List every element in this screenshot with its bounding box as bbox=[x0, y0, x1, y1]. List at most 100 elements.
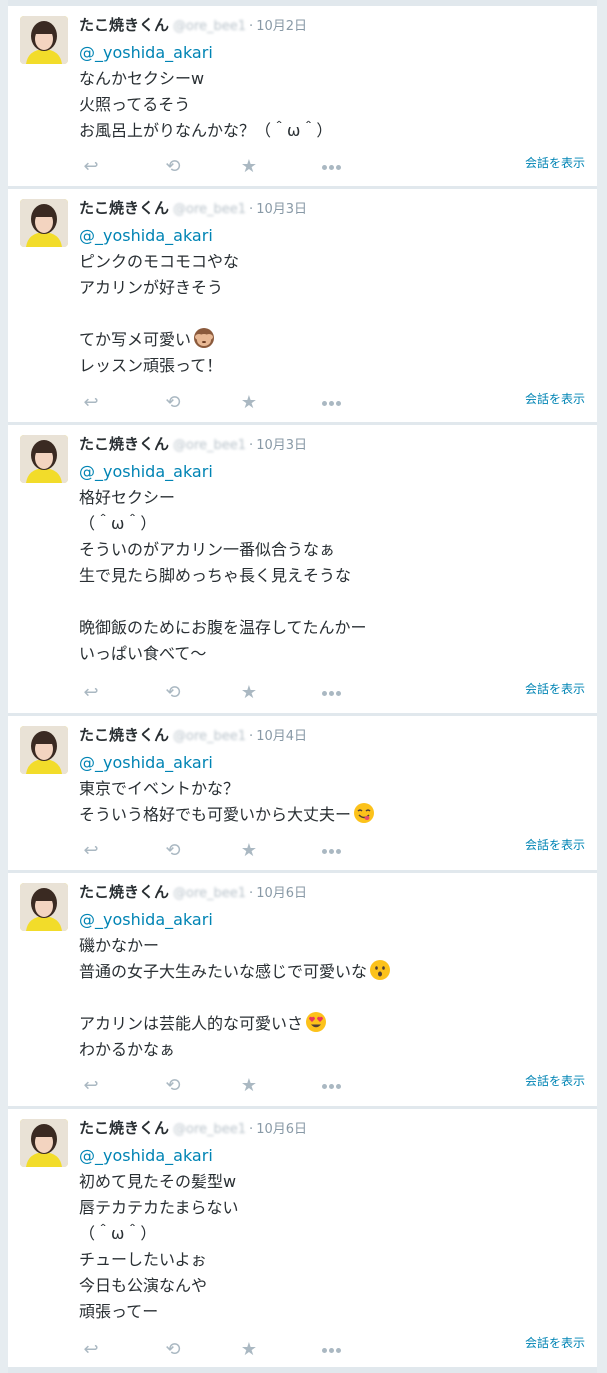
heart-eyes-emoji bbox=[305, 1011, 327, 1033]
yum-face-emoji bbox=[353, 802, 375, 824]
tweet[interactable]: たこ焼きくん @ore_bee1 · 10月3日 @_yoshida_akari 格好… bbox=[8, 424, 597, 714]
reply-mention[interactable]: @_yoshida_akari bbox=[79, 40, 213, 66]
tweet[interactable]: たこ焼きくん @ore_bee1 · 10月6日 @_yoshida_akari 磯か… bbox=[8, 872, 597, 1107]
user-handle[interactable]: @ore_bee1 bbox=[173, 436, 246, 456]
user-handle[interactable]: @ore_bee1 bbox=[173, 884, 246, 904]
star-icon[interactable]: ★ bbox=[237, 1075, 261, 1097]
more-icon[interactable] bbox=[319, 840, 343, 862]
user-handle[interactable]: @ore_bee1 bbox=[173, 200, 246, 220]
avatar[interactable] bbox=[20, 1119, 68, 1167]
reply-mention[interactable]: @_yoshida_akari bbox=[79, 223, 213, 249]
tweet-line bbox=[79, 301, 579, 327]
user-name[interactable]: たこ焼きくん bbox=[79, 435, 169, 453]
tweet-date[interactable]: 10月6日 bbox=[256, 1122, 307, 1137]
view-conversation-link[interactable]: 会話を表示 bbox=[525, 837, 585, 853]
more-icon[interactable] bbox=[319, 682, 343, 704]
tweet-line-text: アカリンは芸能人的な可愛いさ bbox=[79, 1014, 304, 1033]
tweet-text: ピンクのモコモコやな アカリンが好きそう てか写メ可愛い レッスン頑張って！ bbox=[79, 249, 579, 379]
tweet-text: 東京でイベントかな？ そういう格好でも可愛いから大丈夫ー bbox=[79, 776, 579, 828]
tweet-line: 磯かなかー bbox=[79, 936, 160, 955]
view-conversation-link[interactable]: 会話を表示 bbox=[525, 681, 585, 697]
user-name[interactable]: たこ焼きくん bbox=[79, 1119, 169, 1137]
tweet-line: 火照ってるそう bbox=[79, 95, 191, 114]
tweet-text: 初めて見たその髪型w 唇テカテカたまらない （＾ω＾） チューしたいよぉ 今日も… bbox=[79, 1169, 579, 1325]
avatar[interactable] bbox=[20, 726, 68, 774]
tweet-date[interactable]: 10月3日 bbox=[256, 438, 307, 453]
tweet-actions: ↩ ⟲ ★ bbox=[79, 1075, 579, 1097]
avatar[interactable] bbox=[20, 16, 68, 64]
star-icon[interactable]: ★ bbox=[237, 392, 261, 414]
tweet-line: てか写メ可愛い bbox=[79, 327, 579, 353]
tweet-date[interactable]: 10月2日 bbox=[256, 19, 307, 34]
tweet-line: 初めて見たその髪型w bbox=[79, 1172, 237, 1191]
reply-mention[interactable]: @_yoshida_akari bbox=[79, 907, 213, 933]
reply-mention[interactable]: @_yoshida_akari bbox=[79, 459, 213, 485]
tweet-date[interactable]: 10月3日 bbox=[256, 202, 307, 217]
more-icon[interactable] bbox=[319, 156, 343, 178]
tweet-header: たこ焼きくん @ore_bee1 · 10月3日 bbox=[79, 198, 307, 218]
tweet[interactable]: たこ焼きくん @ore_bee1 · 10月3日 @_yoshida_akari ピン… bbox=[8, 188, 597, 423]
user-handle[interactable]: @ore_bee1 bbox=[173, 1120, 246, 1140]
retweet-icon[interactable]: ⟲ bbox=[161, 682, 185, 704]
avatar[interactable] bbox=[20, 199, 68, 247]
view-conversation-link[interactable]: 会話を表示 bbox=[525, 1073, 585, 1089]
user-name[interactable]: たこ焼きくん bbox=[79, 726, 169, 744]
separator-dot: · bbox=[249, 438, 254, 453]
tweet-line bbox=[79, 985, 579, 1011]
star-icon[interactable]: ★ bbox=[237, 840, 261, 862]
tweet-line: ピンクのモコモコやな bbox=[79, 252, 240, 271]
tweet-header: たこ焼きくん @ore_bee1 · 10月3日 bbox=[79, 434, 307, 454]
surprised-face-emoji bbox=[369, 959, 391, 981]
reply-icon[interactable]: ↩ bbox=[79, 682, 103, 704]
reply-mention[interactable]: @_yoshida_akari bbox=[79, 750, 213, 776]
tweet[interactable]: たこ焼きくん @ore_bee1 · 10月2日 @_yoshida_akari なん… bbox=[8, 5, 597, 187]
retweet-icon[interactable]: ⟲ bbox=[161, 840, 185, 862]
tweet-line: （＾ω＾） bbox=[79, 1224, 157, 1243]
star-icon[interactable]: ★ bbox=[237, 156, 261, 178]
tweet-line: 今日も公演なんや bbox=[79, 1276, 208, 1295]
tweet[interactable]: たこ焼きくん @ore_bee1 · 10月4日 @_yoshida_akari 東京… bbox=[8, 715, 597, 871]
reply-icon[interactable]: ↩ bbox=[79, 156, 103, 178]
tweet-header: たこ焼きくん @ore_bee1 · 10月2日 bbox=[79, 15, 307, 35]
view-conversation-link[interactable]: 会話を表示 bbox=[525, 155, 585, 171]
timeline: たこ焼きくん @ore_bee1 · 10月2日 @_yoshida_akari なん… bbox=[8, 0, 597, 1373]
view-conversation-link[interactable]: 会話を表示 bbox=[525, 1335, 585, 1351]
user-name[interactable]: たこ焼きくん bbox=[79, 199, 169, 217]
star-icon[interactable]: ★ bbox=[237, 1339, 261, 1361]
separator-dot: · bbox=[249, 886, 254, 901]
view-conversation-link[interactable]: 会話を表示 bbox=[525, 391, 585, 407]
star-icon[interactable]: ★ bbox=[237, 682, 261, 704]
reply-icon[interactable]: ↩ bbox=[79, 392, 103, 414]
avatar[interactable] bbox=[20, 435, 68, 483]
retweet-icon[interactable]: ⟲ bbox=[161, 1339, 185, 1361]
reply-icon[interactable]: ↩ bbox=[79, 1339, 103, 1361]
tweet-line: （＾ω＾） bbox=[79, 514, 157, 533]
reply-icon[interactable]: ↩ bbox=[79, 1075, 103, 1097]
retweet-icon[interactable]: ⟲ bbox=[161, 1075, 185, 1097]
tweet[interactable]: たこ焼きくん @ore_bee1 · 10月6日 @_yoshida_akari 初め… bbox=[8, 1108, 597, 1368]
tweet-date[interactable]: 10月6日 bbox=[256, 886, 307, 901]
retweet-icon[interactable]: ⟲ bbox=[161, 392, 185, 414]
separator-dot: · bbox=[249, 202, 254, 217]
tweet-header: たこ焼きくん @ore_bee1 · 10月4日 bbox=[79, 725, 307, 745]
tweet-text: 磯かなかー 普通の女子大生みたいな感じで可愛いな アカリンは芸能人的な可愛いさ … bbox=[79, 933, 579, 1063]
separator-dot: · bbox=[249, 19, 254, 34]
tweet-actions: ↩ ⟲ ★ bbox=[79, 682, 579, 704]
reply-mention[interactable]: @_yoshida_akari bbox=[79, 1143, 213, 1169]
more-icon[interactable] bbox=[319, 392, 343, 414]
tweet-header: たこ焼きくん @ore_bee1 · 10月6日 bbox=[79, 882, 307, 902]
user-name[interactable]: たこ焼きくん bbox=[79, 883, 169, 901]
tweet-line: いっぱい食べて〜 bbox=[79, 644, 207, 663]
retweet-icon[interactable]: ⟲ bbox=[161, 156, 185, 178]
reply-icon[interactable]: ↩ bbox=[79, 840, 103, 862]
user-name[interactable]: たこ焼きくん bbox=[79, 16, 169, 34]
tweet-actions: ↩ ⟲ ★ bbox=[79, 1339, 579, 1361]
tweet-line: 格好セクシー bbox=[79, 488, 176, 507]
tweet-line-text: てか写メ可愛い bbox=[79, 330, 192, 349]
tweet-date[interactable]: 10月4日 bbox=[256, 729, 307, 744]
user-handle[interactable]: @ore_bee1 bbox=[173, 727, 246, 747]
avatar[interactable] bbox=[20, 883, 68, 931]
more-icon[interactable] bbox=[319, 1075, 343, 1097]
user-handle[interactable]: @ore_bee1 bbox=[173, 17, 246, 37]
more-icon[interactable] bbox=[319, 1339, 343, 1361]
